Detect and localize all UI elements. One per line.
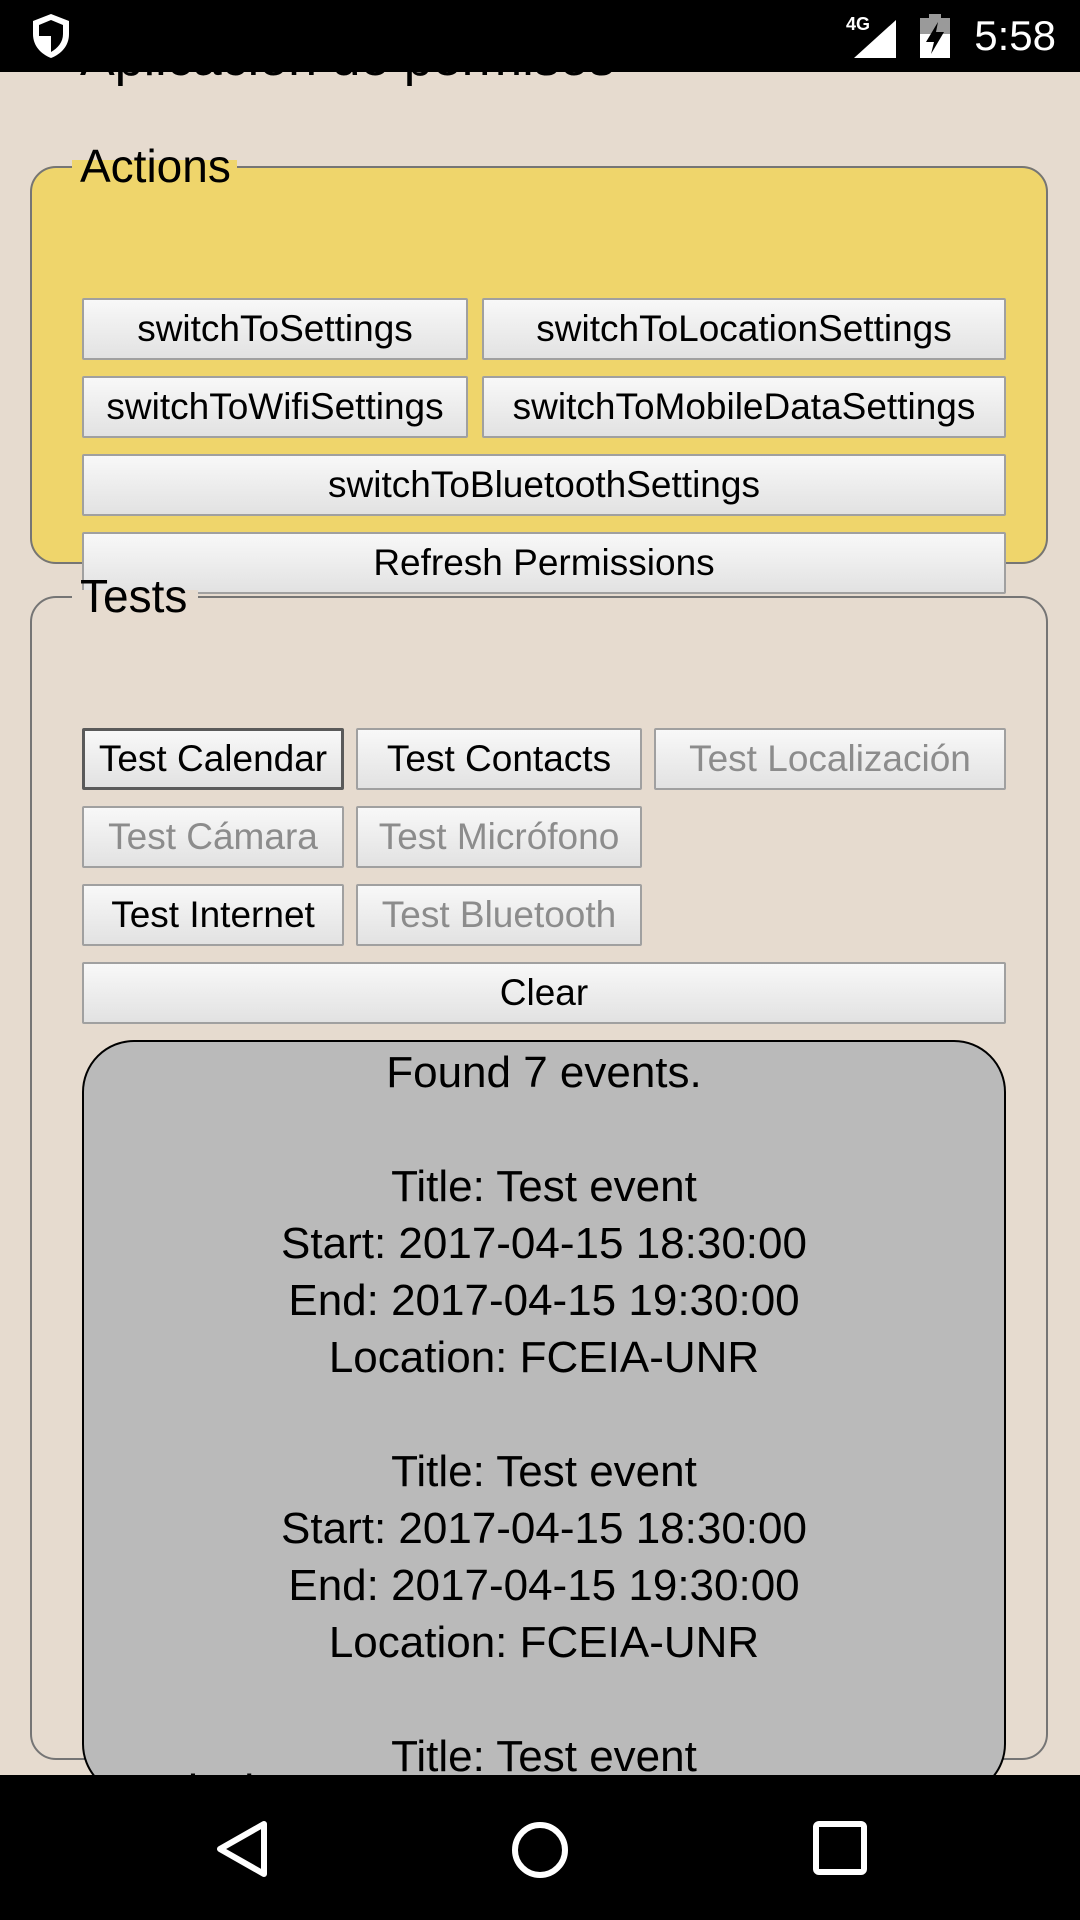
switch-to-bluetooth-settings-button[interactable]: switchToBluetoothSettings	[82, 454, 1006, 516]
next-section-legend: Permissions	[78, 1764, 329, 1775]
test-location-button[interactable]: Test Localización	[654, 728, 1006, 790]
page-title: Aplicación de permisos	[80, 72, 615, 88]
switch-to-mobile-data-settings-button[interactable]: switchToMobileDataSettings	[482, 376, 1006, 438]
test-calendar-button[interactable]: Test Calendar	[82, 728, 344, 790]
switch-to-settings-button[interactable]: switchToSettings	[82, 298, 468, 360]
test-internet-button[interactable]: Test Internet	[82, 884, 344, 946]
shield-icon	[33, 14, 69, 58]
battery-charging-icon	[920, 14, 950, 58]
test-camera-button[interactable]: Test Cámara	[82, 806, 344, 868]
content-scroll-area[interactable]: Aplicación de permisos Actions switchToS…	[0, 72, 1080, 1775]
switch-to-location-settings-button[interactable]: switchToLocationSettings	[482, 298, 1006, 360]
navigation-bar	[0, 1775, 1080, 1920]
clock: 5:58	[974, 12, 1056, 59]
test-contacts-button[interactable]: Test Contacts	[356, 728, 642, 790]
actions-legend: Actions	[80, 140, 231, 192]
home-icon[interactable]	[510, 1820, 570, 1880]
recents-icon[interactable]	[812, 1820, 868, 1876]
back-icon[interactable]	[214, 1820, 270, 1878]
refresh-permissions-button[interactable]: Refresh Permissions	[82, 532, 1006, 594]
clear-button[interactable]: Clear	[82, 962, 1006, 1024]
tests-group: Tests Test Calendar Test Contacts Test L…	[30, 573, 1048, 1775]
signal-icon: 4G	[846, 14, 896, 58]
status-bar: 4G 5:58	[0, 0, 1080, 72]
switch-to-wifi-settings-button[interactable]: switchToWifiSettings	[82, 376, 468, 438]
test-bluetooth-button[interactable]: Test Bluetooth	[356, 884, 642, 946]
actions-group: Actions switchToSettings switchToLocatio…	[30, 143, 1048, 594]
test-result-text: Found 7 events. Title: Test event Start:…	[281, 1048, 807, 1775]
test-microphone-button[interactable]: Test Micrófono	[356, 806, 642, 868]
test-result-panel[interactable]: Found 7 events. Title: Test event Start:…	[82, 1040, 1006, 1775]
tests-legend: Tests	[80, 570, 188, 622]
